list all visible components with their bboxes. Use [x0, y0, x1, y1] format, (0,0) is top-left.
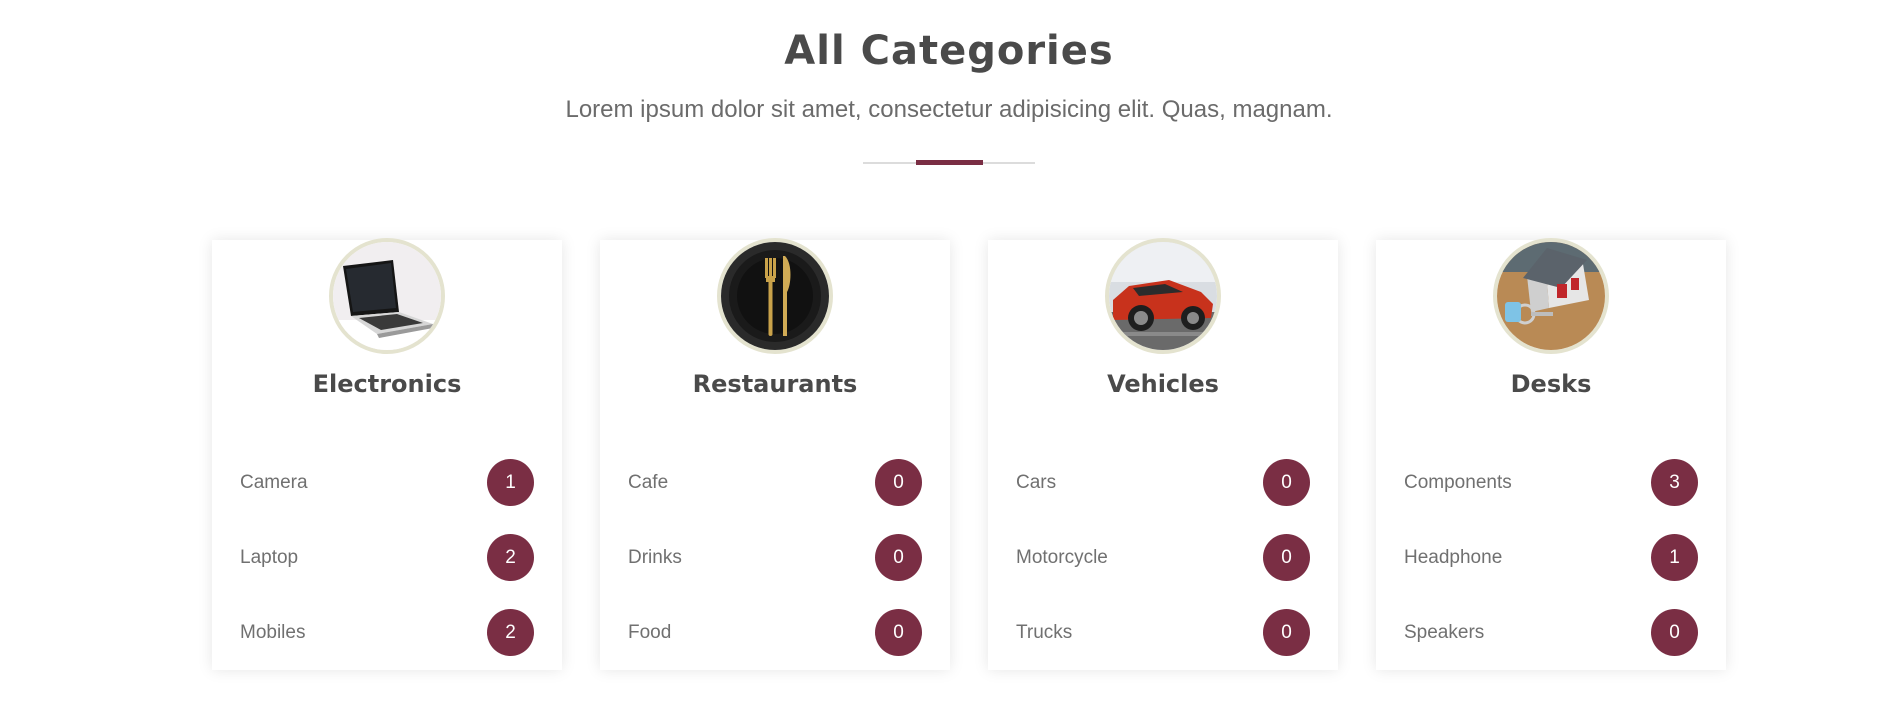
list-item[interactable]: Speakers 0: [1404, 595, 1698, 670]
count-badge: 0: [1263, 534, 1310, 581]
list-item[interactable]: Food 0: [628, 595, 922, 670]
title-divider-accent: [916, 160, 983, 165]
list-item[interactable]: Cafe 0: [628, 445, 922, 520]
count-badge: 0: [1651, 609, 1698, 656]
count-badge: 2: [487, 609, 534, 656]
subcategory-label[interactable]: Speakers: [1404, 622, 1484, 644]
category-card-desks[interactable]: Desks Components 3 Headphone 1 Speakers …: [1376, 238, 1726, 670]
category-title[interactable]: Electronics: [212, 370, 562, 398]
category-title[interactable]: Desks: [1376, 370, 1726, 398]
count-badge: 0: [1263, 609, 1310, 656]
count-badge: 0: [875, 609, 922, 656]
list-item[interactable]: Camera 1: [240, 445, 534, 520]
page-title: All Categories: [784, 28, 1114, 74]
count-badge: 0: [1263, 459, 1310, 506]
section-header: All Categories Lorem ipsum dolor sit ame…: [0, 0, 1898, 165]
count-badge: 3: [1651, 459, 1698, 506]
fork-knife-icon: [717, 238, 833, 354]
subcategory-label[interactable]: Components: [1404, 472, 1512, 494]
count-badge: 2: [487, 534, 534, 581]
subcategory-label[interactable]: Food: [628, 622, 671, 644]
subcategory-list: Cafe 0 Drinks 0 Food 0: [628, 445, 922, 670]
house-icon: [1493, 238, 1609, 354]
subcategory-label[interactable]: Motorcycle: [1016, 547, 1108, 569]
car-icon: [1105, 238, 1221, 354]
laptop-icon: [329, 238, 445, 354]
count-badge: 0: [875, 459, 922, 506]
subcategory-label[interactable]: Laptop: [240, 547, 298, 569]
count-badge: 0: [875, 534, 922, 581]
category-title[interactable]: Vehicles: [988, 370, 1338, 398]
category-card-electronics[interactable]: Electronics Camera 1 Laptop 2 Mobiles 2: [212, 238, 562, 670]
subcategory-label[interactable]: Drinks: [628, 547, 682, 569]
list-item[interactable]: Headphone 1: [1404, 520, 1698, 595]
subcategory-label[interactable]: Cafe: [628, 472, 668, 494]
subcategory-label[interactable]: Cars: [1016, 472, 1056, 494]
count-badge: 1: [487, 459, 534, 506]
page-subtitle: Lorem ipsum dolor sit amet, consectetur …: [565, 96, 1333, 123]
list-item[interactable]: Cars 0: [1016, 445, 1310, 520]
list-item[interactable]: Laptop 2: [240, 520, 534, 595]
title-divider: [863, 160, 1035, 165]
list-item[interactable]: Motorcycle 0: [1016, 520, 1310, 595]
subcategory-list: Camera 1 Laptop 2 Mobiles 2: [240, 445, 534, 670]
count-badge: 1: [1651, 534, 1698, 581]
list-item[interactable]: Drinks 0: [628, 520, 922, 595]
list-item[interactable]: Components 3: [1404, 445, 1698, 520]
subcategory-label[interactable]: Headphone: [1404, 547, 1502, 569]
subcategory-label[interactable]: Mobiles: [240, 622, 305, 644]
category-card-vehicles[interactable]: Vehicles Cars 0 Motorcycle 0 Trucks 0: [988, 238, 1338, 670]
list-item[interactable]: Trucks 0: [1016, 595, 1310, 670]
category-title[interactable]: Restaurants: [600, 370, 950, 398]
list-item[interactable]: Mobiles 2: [240, 595, 534, 670]
subcategory-label[interactable]: Trucks: [1016, 622, 1072, 644]
subcategory-label[interactable]: Camera: [240, 472, 308, 494]
subcategory-list: Components 3 Headphone 1 Speakers 0: [1404, 445, 1698, 670]
category-cards: Electronics Camera 1 Laptop 2 Mobiles 2: [212, 238, 1726, 670]
category-card-restaurants[interactable]: Restaurants Cafe 0 Drinks 0 Food 0: [600, 238, 950, 670]
subcategory-list: Cars 0 Motorcycle 0 Trucks 0: [1016, 445, 1310, 670]
